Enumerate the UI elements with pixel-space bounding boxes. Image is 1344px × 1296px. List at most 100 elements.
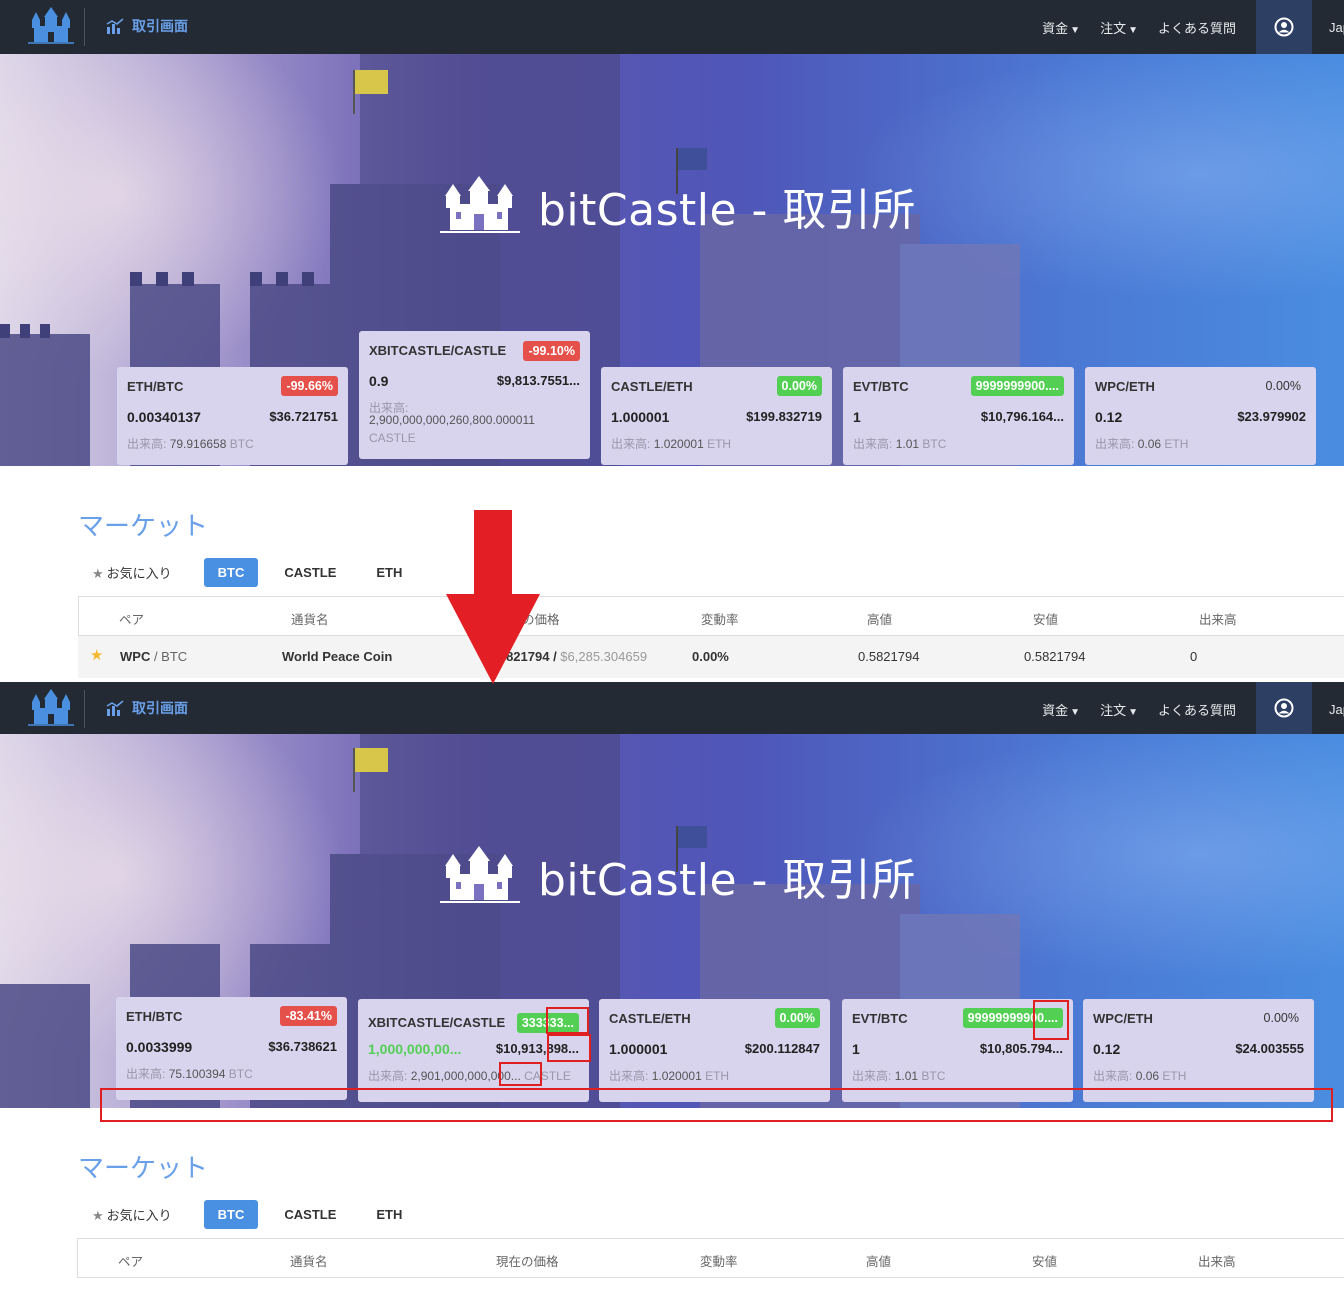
ticker-pair: EVT/BTC bbox=[852, 1011, 908, 1026]
ticker-change-badge: -99.10% bbox=[523, 341, 580, 361]
ticker-card-wpc-eth[interactable]: WPC/ETH 0.00% 0.12 $23.979902 出来高: 0.06 … bbox=[1085, 367, 1316, 465]
user-menu-button[interactable] bbox=[1256, 0, 1312, 54]
ticker-change-badge: 9999999900.... bbox=[970, 376, 1064, 396]
ticker-change-badge: 0.00% bbox=[776, 376, 822, 396]
row-change: 0.00% bbox=[692, 649, 729, 664]
tab-btc[interactable]: BTC bbox=[203, 1200, 259, 1229]
ticker-pair: ETH/BTC bbox=[127, 379, 184, 394]
ticker-volume: 出来高: 1.01 BTC bbox=[852, 1067, 945, 1084]
column-volume[interactable]: 出来高 bbox=[1198, 1251, 1236, 1270]
highlight-box bbox=[1033, 1000, 1069, 1040]
column-low[interactable]: 安値 bbox=[1033, 609, 1058, 628]
nav-funds-menu[interactable]: 資金 ▼ bbox=[1042, 700, 1080, 719]
volume-unit: BTC bbox=[229, 437, 254, 451]
column-low[interactable]: 安値 bbox=[1032, 1251, 1057, 1270]
column-name[interactable]: 通貨名 bbox=[290, 1251, 328, 1270]
column-high[interactable]: 高値 bbox=[866, 1251, 891, 1270]
castle-logo-icon[interactable] bbox=[28, 6, 74, 46]
ticker-volume: 出来高: 1.020001 ETH bbox=[609, 1067, 729, 1084]
star-icon[interactable]: ★ bbox=[90, 646, 103, 664]
ticker-change-badge: 0.00% bbox=[1265, 379, 1301, 393]
highlight-box bbox=[547, 1034, 591, 1062]
tab-eth[interactable]: ETH bbox=[362, 558, 416, 587]
row-price-usd: $6,285.304659 bbox=[560, 649, 648, 664]
table-row[interactable]: ★ WPC / BTC World Peace Coin 0.5821794 /… bbox=[78, 636, 1344, 678]
column-pair[interactable]: ペア bbox=[118, 1251, 143, 1270]
ticker-change-badge: -83.41% bbox=[280, 1006, 337, 1026]
screenshot-after: 取引画面 資金▼ 注文▼ よくある質問 Jap bbox=[0, 682, 1344, 1296]
volume-value: 79.916658 bbox=[169, 437, 227, 451]
ticker-card-evt-btc[interactable]: EVT/BTC 9999999900.... 1 $10,796.164... … bbox=[843, 367, 1074, 465]
red-down-arrow-icon bbox=[446, 510, 540, 684]
ticker-change-badge: 0.00% bbox=[774, 1008, 820, 1028]
ticker-price: 1 bbox=[853, 409, 861, 425]
ticker-pair: CASTLE/ETH bbox=[609, 1011, 691, 1026]
volume-label: 出来高: bbox=[368, 1069, 408, 1083]
volume-label: 出来高: bbox=[852, 1069, 892, 1083]
row-pair: WPC / BTC bbox=[120, 649, 187, 664]
nav-divider bbox=[84, 8, 85, 46]
nav-faq-link[interactable]: よくある質問 bbox=[1158, 18, 1236, 37]
market-title: マーケット bbox=[78, 512, 209, 542]
language-selector[interactable]: Jap bbox=[1329, 702, 1344, 717]
market-title: マーケット bbox=[78, 1154, 209, 1184]
nav-funds-label: 資金 bbox=[1042, 703, 1069, 718]
tab-eth[interactable]: ETH bbox=[362, 1200, 416, 1229]
volume-value: 1.020001 bbox=[651, 1069, 702, 1083]
ticker-card-wpc-eth[interactable]: WPC/ETH 0.00% 0.12 $24.003555 出来高: 0.06 … bbox=[1083, 999, 1314, 1102]
ticker-change-badge: 0.00% bbox=[1263, 1011, 1299, 1025]
ticker-usd: $36.738621 bbox=[268, 1039, 337, 1054]
ticker-price: 1.000001 bbox=[609, 1041, 668, 1057]
volume-label: 出来高: bbox=[1093, 1069, 1133, 1083]
column-pair[interactable]: ペア bbox=[119, 609, 144, 628]
nav-trade-link[interactable]: 取引画面 bbox=[106, 698, 188, 718]
chart-icon bbox=[106, 18, 124, 34]
nav-orders-menu[interactable]: 注文 ▼ bbox=[1100, 18, 1138, 37]
tab-favorites-label: お気に入り bbox=[106, 566, 172, 581]
volume-value: 0.06 bbox=[1137, 437, 1162, 451]
volume-unit: CASTLE bbox=[369, 431, 416, 445]
nav-funds-menu[interactable]: 資金 ▼ bbox=[1042, 18, 1080, 37]
tab-btc[interactable]: BTC bbox=[203, 558, 259, 587]
caret-down-icon: ▼ bbox=[1070, 707, 1081, 718]
nav-menu: 資金 ▼ 注文 ▼ よくある質問 bbox=[1042, 18, 1236, 37]
nav-orders-menu[interactable]: 注文 ▼ bbox=[1100, 700, 1138, 719]
tab-favorites[interactable]: ★ お気に入り bbox=[90, 556, 186, 589]
tab-favorites[interactable]: ★ お気に入り bbox=[90, 1198, 186, 1231]
ticker-change-badge: -99.66% bbox=[281, 376, 338, 396]
column-name[interactable]: 通貨名 bbox=[291, 609, 329, 628]
nav-divider bbox=[84, 690, 85, 728]
user-menu-button[interactable] bbox=[1256, 682, 1312, 734]
column-price[interactable]: 現在の価格 bbox=[496, 1251, 559, 1270]
user-icon bbox=[1274, 698, 1294, 718]
nav-trade-link[interactable]: 取引画面 bbox=[106, 16, 188, 36]
ticker-card-castle-eth[interactable]: CASTLE/ETH 0.00% 1.000001 $200.112847 出来… bbox=[599, 999, 830, 1102]
ticker-card-eth-btc[interactable]: ETH/BTC -99.66% 0.00340137 $36.721751 出来… bbox=[117, 367, 348, 465]
nav-faq-link[interactable]: よくある質問 bbox=[1158, 700, 1236, 719]
ticker-usd: $36.721751 bbox=[269, 409, 338, 424]
castle-logo-icon[interactable] bbox=[28, 688, 74, 728]
column-change[interactable]: 変動率 bbox=[701, 609, 739, 628]
row-high: 0.5821794 bbox=[858, 649, 920, 664]
ticker-card-xbitcastle-castle[interactable]: XBITCASTLE/CASTLE -99.10% 0.9 $9,813.755… bbox=[359, 331, 590, 459]
highlight-box bbox=[499, 1062, 542, 1086]
ticker-card-eth-btc[interactable]: ETH/BTC -83.41% 0.0033999 $36.738621 出来高… bbox=[116, 997, 347, 1100]
volume-unit: ETH bbox=[1164, 437, 1189, 451]
column-change[interactable]: 変動率 bbox=[700, 1251, 738, 1270]
tab-castle[interactable]: CASTLE bbox=[270, 1200, 350, 1229]
volume-label: 出来高: bbox=[126, 1067, 166, 1081]
market-table-header: ペア 通貨名 現在の価格 変動率 高値 安値 出来高 bbox=[78, 596, 1344, 636]
navbar: 取引画面 資金▼ 注文▼ よくある質問 Jap bbox=[0, 0, 1344, 54]
language-selector[interactable]: Jap bbox=[1329, 20, 1344, 35]
ticker-card-castle-eth[interactable]: CASTLE/ETH 0.00% 1.000001 $199.832719 出来… bbox=[601, 367, 832, 465]
volume-unit: ETH bbox=[707, 437, 732, 451]
row-pair-quote: / BTC bbox=[150, 649, 188, 664]
hero-title: bitCastle - 取引所 bbox=[440, 174, 916, 238]
column-high[interactable]: 高値 bbox=[867, 609, 892, 628]
column-volume[interactable]: 出来高 bbox=[1199, 609, 1237, 628]
row-low: 0.5821794 bbox=[1024, 649, 1086, 664]
tab-castle[interactable]: CASTLE bbox=[270, 558, 350, 587]
nav-trade-label: 取引画面 bbox=[132, 700, 188, 716]
volume-value: 2,900,000,000,260,800.000011 bbox=[369, 413, 535, 427]
volume-value: 75.100394 bbox=[168, 1067, 226, 1081]
